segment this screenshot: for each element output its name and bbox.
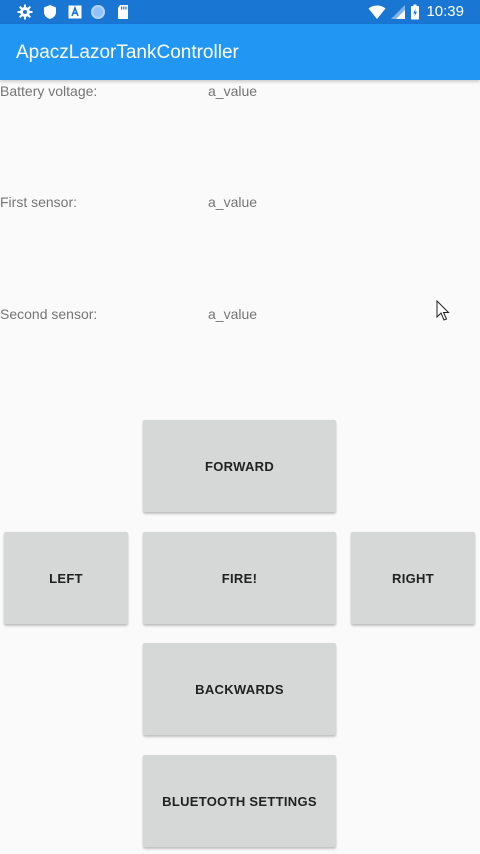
app-bar: ApaczLazorTankController [0, 24, 480, 80]
left-button[interactable]: LEFT [4, 532, 128, 624]
signal-icon [391, 5, 405, 19]
first-sensor-value: a_value [208, 194, 258, 210]
battery-voltage-value: a_value [208, 83, 258, 99]
second-sensor-label: Second sensor: [0, 306, 98, 322]
app-title: ApaczLazorTankController [16, 42, 239, 63]
battery-voltage-label: Battery voltage: [0, 83, 98, 99]
circle-icon [91, 5, 105, 19]
bluetooth-settings-button[interactable]: BLUETOOTH SETTINGS [143, 755, 336, 847]
forward-button[interactable]: FORWARD [143, 420, 336, 512]
first-sensor-label: First sensor: [0, 194, 78, 210]
backwards-button[interactable]: BACKWARDS [143, 643, 336, 735]
fire-button[interactable]: FIRE! [143, 532, 336, 624]
right-button[interactable]: RIGHT [351, 532, 475, 624]
sd-card-icon [118, 5, 128, 19]
battery-icon [411, 4, 419, 20]
mouse-cursor-icon [436, 300, 450, 321]
font-icon [68, 5, 82, 19]
status-bar-time: 10:39 [426, 3, 464, 20]
settings-icon [17, 4, 33, 20]
wifi-icon [368, 5, 386, 19]
status-bar: 10:39 [0, 0, 480, 24]
second-sensor-value: a_value [208, 306, 258, 322]
shield-icon [44, 5, 56, 19]
